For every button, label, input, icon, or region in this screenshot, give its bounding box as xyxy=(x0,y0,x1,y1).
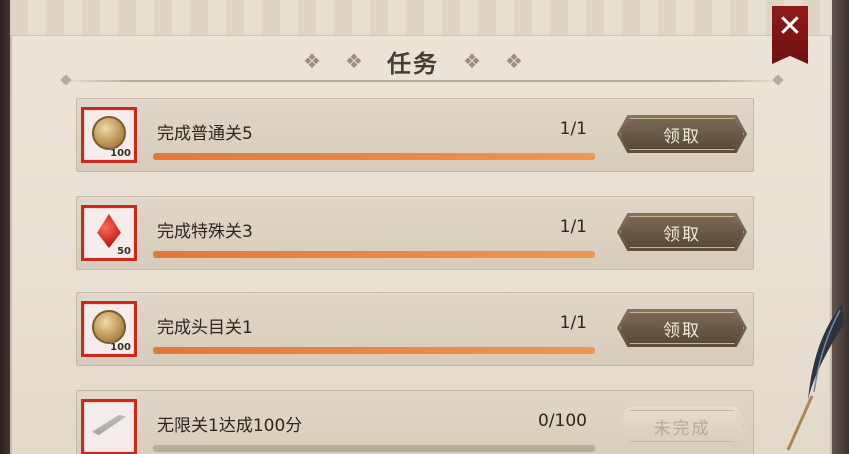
ornament-icon: ❖ xyxy=(303,49,321,73)
claim-button[interactable]: 领取 xyxy=(617,309,747,347)
ornament-icon: ❖ xyxy=(463,49,481,73)
close-icon: ✕ xyxy=(777,9,803,44)
reward-slot[interactable]: 50 xyxy=(81,205,137,261)
reward-slot[interactable]: 100 xyxy=(81,107,137,163)
reward-quantity: 100 xyxy=(110,342,131,353)
title-plate: ❖ ❖ 任务 ❖ ❖ xyxy=(278,40,548,82)
progress-bar-fill xyxy=(153,347,595,354)
claim-button[interactable]: 领取 xyxy=(617,115,747,153)
task-row: 无限关1达成100分 0/100 未完成 xyxy=(76,390,754,454)
progress-bar xyxy=(153,251,595,258)
sword-icon xyxy=(92,414,126,436)
task-progress-text: 1/1 xyxy=(559,119,587,139)
claim-button-label: 领取 xyxy=(663,320,701,341)
task-list[interactable]: 100 完成普通关5 1/1 领取 50 完成特殊关3 1/1 领取 100 完… xyxy=(76,98,754,454)
reward-slot[interactable]: 100 xyxy=(81,301,137,357)
red-gem-icon xyxy=(97,214,121,248)
reward-quantity: 100 xyxy=(110,148,131,159)
page-title: 任务 xyxy=(387,48,439,78)
reward-slot[interactable] xyxy=(81,399,137,454)
claim-button[interactable]: 领取 xyxy=(617,213,747,251)
coin-icon xyxy=(92,310,126,344)
task-progress-text: 1/1 xyxy=(559,217,587,237)
reward-quantity: 50 xyxy=(117,246,131,257)
incomplete-button-label: 未完成 xyxy=(653,418,711,439)
panel-top-border xyxy=(10,0,832,36)
quill-icon xyxy=(786,304,844,451)
close-button[interactable]: ✕ xyxy=(772,6,808,64)
task-progress-text: 0/100 xyxy=(538,411,587,431)
task-name: 完成头目关1 xyxy=(157,318,253,338)
ornament-icon: ❖ xyxy=(505,49,523,73)
progress-bar xyxy=(153,347,595,354)
task-name: 完成普通关5 xyxy=(157,124,253,144)
progress-bar-fill xyxy=(153,251,595,258)
task-row: 100 完成普通关5 1/1 领取 xyxy=(76,98,754,172)
task-name: 无限关1达成100分 xyxy=(157,416,303,436)
progress-bar xyxy=(153,153,595,160)
coin-icon xyxy=(92,116,126,150)
incomplete-button: 未完成 xyxy=(617,407,747,445)
task-row: 100 完成头目关1 1/1 领取 xyxy=(76,292,754,366)
claim-button-label: 领取 xyxy=(663,224,701,245)
claim-button-label: 领取 xyxy=(663,126,701,147)
task-name: 完成特殊关3 xyxy=(157,222,253,242)
progress-bar-fill xyxy=(153,153,595,160)
progress-bar xyxy=(153,445,595,452)
task-row: 50 完成特殊关3 1/1 领取 xyxy=(76,196,754,270)
ornament-icon: ❖ xyxy=(345,49,363,73)
task-progress-text: 1/1 xyxy=(559,313,587,333)
